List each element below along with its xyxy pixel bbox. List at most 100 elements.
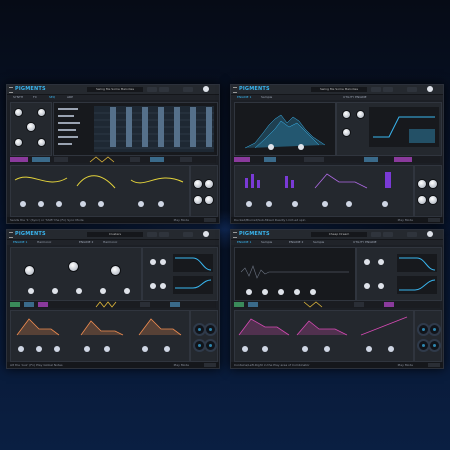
tab-engine-1-type[interactable]: Harmonic	[35, 240, 53, 245]
macro-4-knob[interactable]	[204, 339, 217, 352]
hamburger-icon[interactable]	[233, 87, 237, 93]
preset-name[interactable]: Swing Me Some Melodies	[87, 87, 143, 92]
macro-1-knob[interactable]	[418, 180, 426, 188]
macro-2-knob[interactable]	[205, 180, 213, 188]
utility-knob-3[interactable]	[343, 129, 350, 136]
status-text: Ducked/Blurred/Sub-Mixed Deadly I-Oct-ed…	[234, 218, 306, 222]
play-mode-label[interactable]: Play Mode	[174, 362, 189, 368]
tab-engine-2-type[interactable]: Harmonic	[101, 240, 119, 245]
pigments-window-sequencer: PIGMENTS Swing Me Some Melodies SYNTH FX…	[6, 84, 220, 224]
prev-preset-button[interactable]	[371, 232, 381, 237]
gate-knob[interactable]	[27, 123, 35, 131]
hamburger-icon[interactable]	[9, 232, 13, 238]
octave-knob[interactable]	[38, 139, 45, 146]
tab-engine-1[interactable]: ENGINE 1	[235, 240, 253, 245]
utility-knob-1[interactable]	[343, 111, 350, 118]
settings-button[interactable]	[183, 232, 193, 237]
status-bar: Ducked/Blurred/Sub-Mixed Deadly I-Oct-ed…	[231, 217, 443, 223]
status-text: Sends the '1' (Sync) or 'Shift' the (Fn)…	[10, 218, 84, 222]
envelope-section	[234, 310, 414, 362]
zoom-control[interactable]	[428, 363, 440, 367]
app-title: PIGMENTS	[15, 231, 46, 237]
tab-fx[interactable]: FX	[31, 95, 39, 100]
master-volume-knob[interactable]	[203, 86, 209, 92]
play-mode-label[interactable]: Play Mode	[398, 217, 413, 223]
lfo-section	[10, 165, 190, 217]
harmonic-knob-2[interactable]	[69, 262, 78, 271]
macro-2-knob[interactable]	[428, 323, 441, 336]
swing-knob[interactable]	[38, 109, 45, 116]
utility-knob-2[interactable]	[357, 111, 364, 118]
prev-preset-button[interactable]	[371, 87, 381, 92]
tab-engine-1-type[interactable]: Sample	[259, 240, 274, 245]
tab-bar: ENGINE 1 Sample UTILITY ENGINE	[231, 95, 443, 100]
app-title: PIGMENTS	[15, 86, 46, 92]
pigments-window-sample-engine: PIGMENTS Swing Me Some Melodies ENGINE 1…	[230, 84, 444, 224]
macro-2-knob[interactable]	[429, 180, 437, 188]
preset-name[interactable]: Clusters	[87, 232, 143, 237]
macros-panel	[414, 165, 442, 217]
modulation-strip	[234, 301, 440, 308]
harmonic-knob-3[interactable]	[111, 266, 120, 275]
tab-bar: ENGINE 1 Harmonic ENGINE 2 Harmonic	[7, 240, 219, 245]
preset-name[interactable]: Swing Me Some Melodies	[311, 87, 367, 92]
tab-engine-1[interactable]: ENGINE 1	[235, 95, 253, 100]
hamburger-icon[interactable]	[9, 87, 13, 93]
filter-panel	[356, 247, 442, 301]
next-preset-button[interactable]	[383, 232, 393, 237]
tab-arp[interactable]: ARP	[65, 95, 75, 100]
tab-utility-engine[interactable]: UTILITY ENGINE	[351, 240, 379, 245]
harmonic-engine-panel	[10, 247, 142, 301]
prev-preset-button[interactable]	[147, 232, 157, 237]
zoom-control[interactable]	[204, 218, 216, 222]
modulation-strip	[10, 301, 216, 308]
tab-bar: ENGINE 1 Sample ENGINE 2 Sample UTILITY …	[231, 240, 443, 245]
zoom-control[interactable]	[428, 218, 440, 222]
play-mode-label[interactable]: Play Mode	[398, 362, 413, 368]
next-preset-button[interactable]	[159, 232, 169, 237]
prev-preset-button[interactable]	[147, 87, 157, 92]
status-bar: Contains/Left-Right in the Play area of …	[231, 362, 443, 368]
master-volume-knob[interactable]	[203, 231, 209, 237]
harmonic-knob-1[interactable]	[25, 266, 34, 275]
macro-4-knob[interactable]	[429, 196, 437, 204]
app-title: PIGMENTS	[239, 231, 270, 237]
status-text: Contains/Left-Right in the Play area of …	[234, 363, 310, 367]
app-title: PIGMENTS	[239, 86, 270, 92]
master-volume-knob[interactable]	[427, 231, 433, 237]
step-sequencer-grid[interactable]	[53, 102, 218, 156]
sample-waveform-display[interactable]	[234, 247, 356, 301]
tab-engine-2[interactable]: ENGINE 2	[77, 240, 95, 245]
sequencer-steps	[58, 106, 214, 152]
macro-4-knob[interactable]	[428, 339, 441, 352]
macro-1-knob[interactable]	[194, 180, 202, 188]
rate-knob[interactable]	[15, 109, 22, 116]
macros-panel	[414, 310, 442, 362]
macro-3-knob[interactable]	[418, 196, 426, 204]
tab-engine-1[interactable]: ENGINE 1	[11, 240, 29, 245]
preset-name[interactable]: Cheap Dream	[311, 232, 367, 237]
tab-utility-engine[interactable]: UTILITY ENGINE	[341, 95, 369, 100]
tab-engine-2[interactable]: ENGINE 2	[287, 240, 305, 245]
macro-3-knob[interactable]	[194, 196, 202, 204]
tab-engine-type[interactable]: Sample	[259, 95, 274, 100]
tab-engine-2-type[interactable]: Sample	[311, 240, 326, 245]
tab-synth[interactable]: SYNTH	[11, 95, 25, 100]
macro-4-knob[interactable]	[205, 196, 213, 204]
sample-visualizer[interactable]	[234, 102, 336, 156]
settings-button[interactable]	[183, 87, 193, 92]
tab-seq[interactable]: SEQ	[47, 95, 57, 100]
macro-2-knob[interactable]	[204, 323, 217, 336]
master-volume-knob[interactable]	[427, 86, 433, 92]
next-preset-button[interactable]	[383, 87, 393, 92]
next-preset-button[interactable]	[159, 87, 169, 92]
hamburger-icon[interactable]	[233, 232, 237, 238]
title-bar: PIGMENTS Swing Me Some Melodies	[7, 85, 219, 95]
settings-button[interactable]	[407, 232, 417, 237]
play-mode-label[interactable]: Play Mode	[174, 217, 189, 223]
zoom-control[interactable]	[204, 363, 216, 367]
length-knob[interactable]	[15, 139, 22, 146]
settings-button[interactable]	[407, 87, 417, 92]
pigments-window-harmonic: PIGMENTS Clusters ENGINE 1 Harmonic ENGI…	[6, 229, 220, 369]
tab-bar: SYNTH FX SEQ ARP	[7, 95, 219, 100]
